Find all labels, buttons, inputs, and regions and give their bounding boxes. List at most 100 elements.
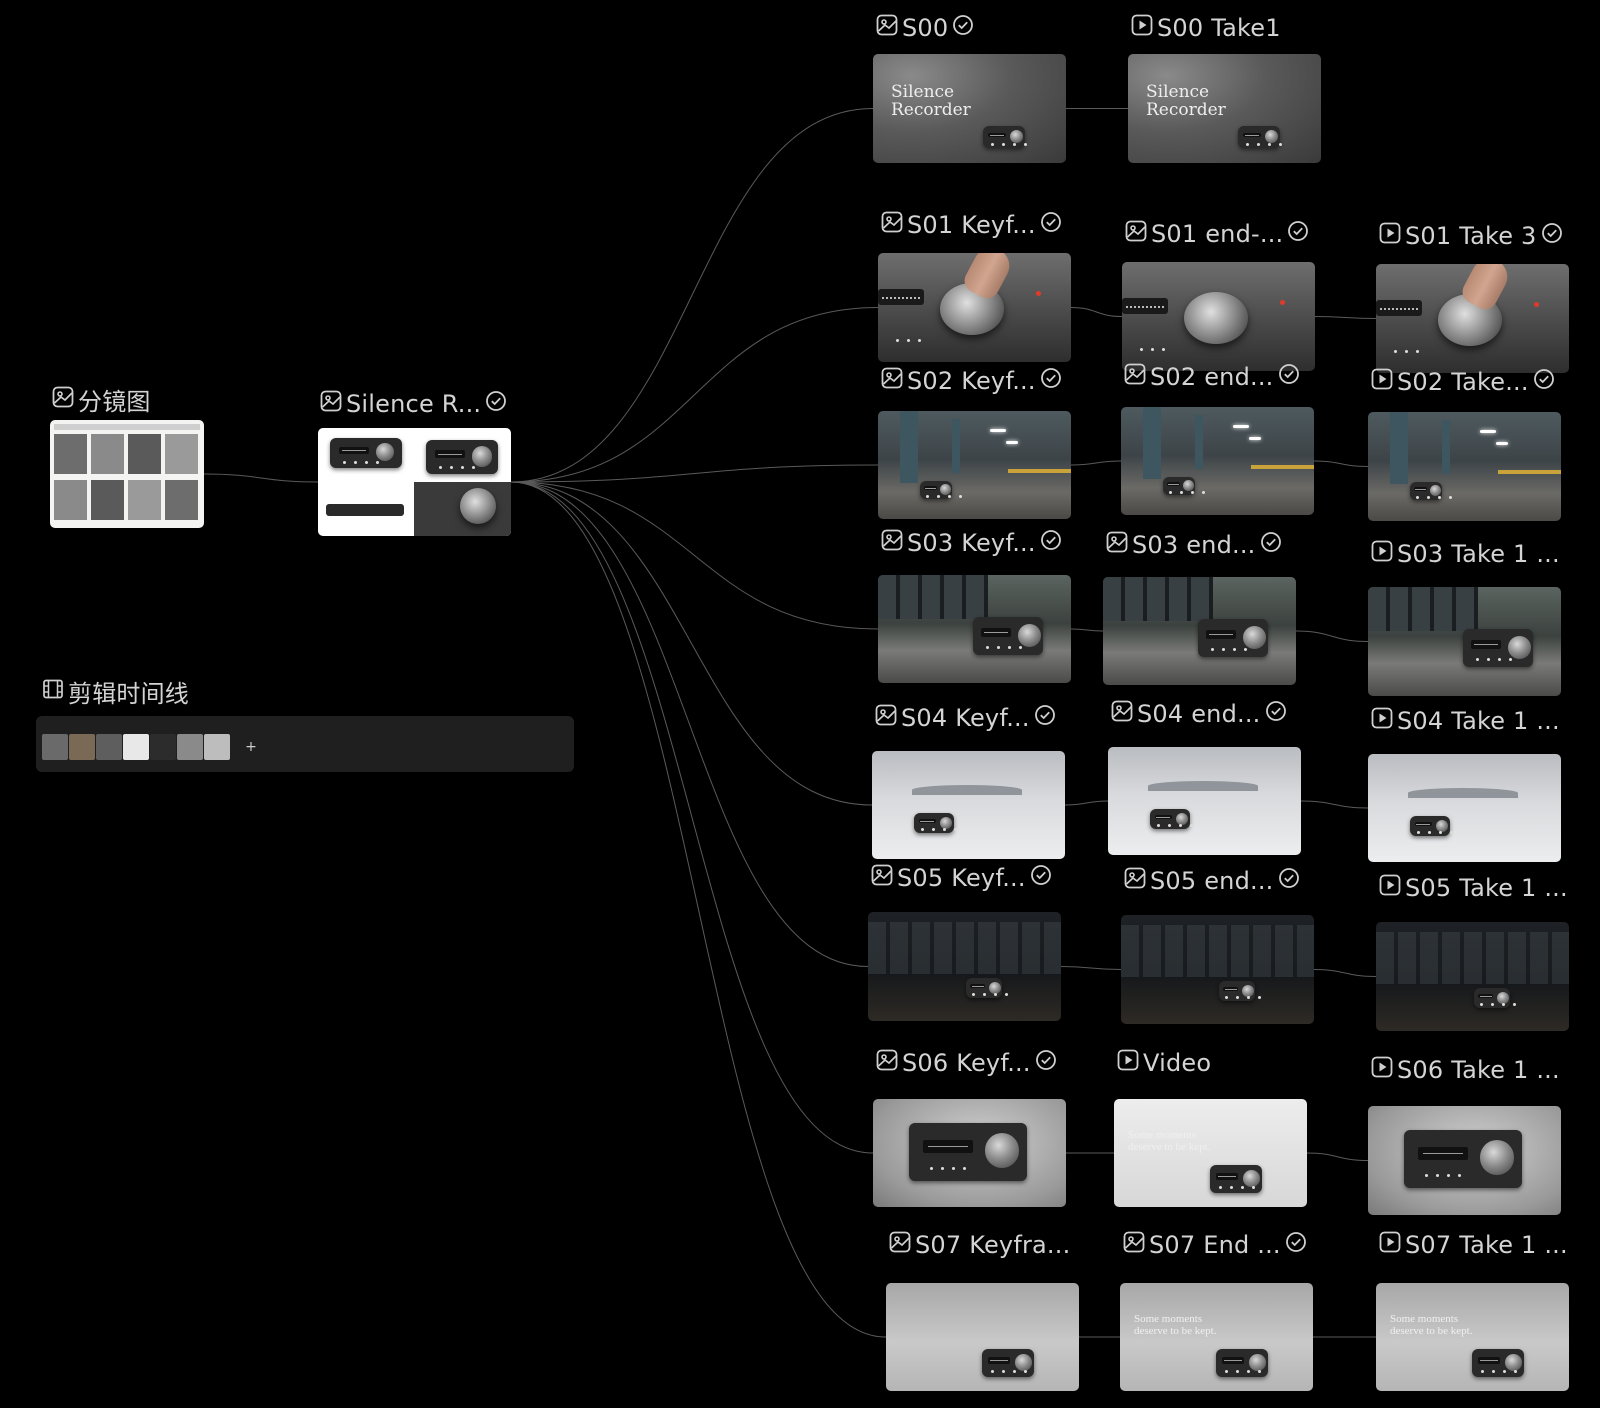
timeline-clip[interactable]	[177, 734, 203, 760]
node-thumbnail[interactable]	[1368, 587, 1561, 696]
node-thumbnail[interactable]	[1368, 412, 1561, 521]
node-title[interactable]: S03 Keyf...	[881, 529, 1062, 557]
connection-wire	[1070, 460, 1122, 466]
node-title[interactable]: 分镜图	[52, 382, 151, 417]
check-circle-icon	[1533, 368, 1555, 396]
node-thumbnail[interactable]	[1121, 407, 1314, 515]
node-thumbnail[interactable]	[1122, 262, 1315, 371]
node-thumbnail[interactable]	[1103, 577, 1296, 685]
node-title[interactable]: S07 End ...	[1123, 1231, 1307, 1259]
node-thumbnail[interactable]	[1368, 1106, 1561, 1215]
recorder-device	[426, 440, 498, 474]
video-icon	[1371, 368, 1393, 396]
node-title[interactable]: S01 Keyf...	[881, 211, 1062, 239]
recorder-device	[1210, 1165, 1262, 1193]
timeline-clip[interactable]	[204, 734, 230, 760]
check-circle-icon	[1278, 867, 1300, 895]
node-thumbnail[interactable]	[1121, 915, 1314, 1024]
node-thumbnail[interactable]	[50, 420, 204, 528]
node-label-text: S01 end-...	[1151, 220, 1284, 248]
node-title[interactable]: S03 end...	[1106, 531, 1282, 559]
recorder-device	[1198, 619, 1268, 657]
node-thumbnail[interactable]	[318, 428, 511, 536]
node-title[interactable]: S04 Keyf...	[875, 704, 1056, 732]
node-label-text: S02 Keyf...	[907, 367, 1036, 395]
node-thumbnail[interactable]	[1376, 922, 1569, 1031]
node-thumbnail[interactable]: Silence Recorder	[1128, 54, 1321, 163]
node-title[interactable]: Video	[1117, 1049, 1211, 1077]
caption-line-1: Some moments	[1390, 1313, 1459, 1325]
node-label-text: 剪辑时间线	[68, 680, 189, 708]
node-title[interactable]: S05 Keyf...	[871, 864, 1052, 892]
node-title[interactable]: S00	[876, 14, 974, 42]
node-title[interactable]: 剪辑时间线	[42, 674, 189, 709]
recorder-device	[1472, 1349, 1524, 1377]
connection-wire	[1070, 307, 1123, 317]
connection-wire	[510, 481, 874, 1154]
node-title[interactable]: S06 Take 1 ...	[1371, 1056, 1560, 1084]
connection-wire	[1313, 969, 1377, 977]
node-thumbnail[interactable]	[878, 253, 1071, 362]
node-title[interactable]: S04 Take 1 ...	[1371, 707, 1560, 735]
node-label-text: 分镜图	[78, 388, 151, 416]
node-thumbnail[interactable]: Some moments deserve to be kept.	[1376, 1283, 1569, 1391]
node-label-text: S01 Keyf...	[907, 211, 1036, 239]
node-canvas[interactable]: 分镜图 Silence R... S00 Silence Recorder S00 Tak…	[0, 0, 1600, 1408]
node-title[interactable]: S06 Keyf...	[876, 1049, 1057, 1077]
timeline-clip[interactable]	[42, 734, 68, 760]
connection-wire	[510, 481, 879, 630]
node-thumbnail[interactable]	[868, 912, 1061, 1021]
check-circle-icon	[1265, 700, 1287, 728]
timeline-clip[interactable]	[69, 734, 95, 760]
timeline-clip[interactable]	[96, 734, 122, 760]
node-thumbnail[interactable]	[872, 751, 1065, 859]
timeline-track[interactable]: +	[36, 716, 574, 772]
title-line-1: Silence	[1146, 82, 1210, 102]
node-title[interactable]: S01 end-...	[1125, 220, 1309, 248]
node-thumbnail[interactable]	[1376, 264, 1569, 373]
node-title[interactable]: S02 Take...	[1371, 368, 1555, 396]
connection-wire	[1070, 628, 1104, 632]
node-thumbnail[interactable]	[878, 575, 1071, 683]
node-title[interactable]: S02 end...	[1124, 363, 1300, 391]
node-thumbnail[interactable]: Silence Recorder	[873, 54, 1066, 163]
node-thumbnail[interactable]	[1108, 747, 1301, 855]
node-title[interactable]: S07 Take 1 ...	[1379, 1231, 1568, 1259]
node-title[interactable]: S02 Keyf...	[881, 367, 1062, 395]
connection-wires	[203, 108, 1377, 1338]
video-icon	[1379, 1231, 1401, 1259]
node-thumbnail[interactable]	[886, 1283, 1079, 1391]
connection-wire	[1060, 966, 1122, 970]
node-title[interactable]: S03 Take 1 ...	[1371, 540, 1560, 568]
check-circle-icon	[1040, 367, 1062, 395]
timeline-clip[interactable]	[123, 734, 149, 760]
recorder-device	[982, 1349, 1034, 1377]
node-title[interactable]: S00 Take1	[1131, 14, 1281, 42]
node-title[interactable]: S05 Take 1 ...	[1379, 874, 1568, 902]
image-icon	[320, 390, 342, 418]
node-thumbnail[interactable]	[878, 411, 1071, 519]
recorder-device	[920, 481, 962, 499]
check-circle-icon	[1040, 211, 1062, 239]
node-title[interactable]: S04 end...	[1111, 700, 1287, 728]
recorder-device	[1216, 1349, 1268, 1377]
node-thumbnail[interactable]	[873, 1099, 1066, 1207]
node-label-text: S06 Keyf...	[902, 1049, 1031, 1077]
image-icon	[875, 704, 897, 732]
node-title[interactable]: Silence R...	[320, 390, 507, 418]
check-circle-icon	[1035, 1049, 1057, 1077]
recorder-device	[914, 813, 958, 833]
node-thumbnail[interactable]: Some moments deserve to be kept.	[1120, 1283, 1313, 1391]
node-title[interactable]: S05 end...	[1124, 867, 1300, 895]
node-label-text: Silence R...	[346, 390, 482, 418]
node-title[interactable]: S01 Take 3	[1379, 222, 1563, 250]
connection-wire	[1300, 800, 1369, 809]
add-clip-button[interactable]: +	[242, 738, 260, 756]
check-circle-icon	[1287, 220, 1309, 248]
node-thumbnail[interactable]	[1368, 754, 1561, 862]
timeline-clip[interactable]	[150, 734, 176, 760]
node-thumbnail[interactable]: Some moments deserve to be kept.	[1114, 1099, 1307, 1207]
node-title[interactable]: S07 Keyfra...	[889, 1231, 1070, 1259]
node-label-text: S05 Keyf...	[897, 864, 1026, 892]
recorder-device	[1219, 981, 1262, 1001]
